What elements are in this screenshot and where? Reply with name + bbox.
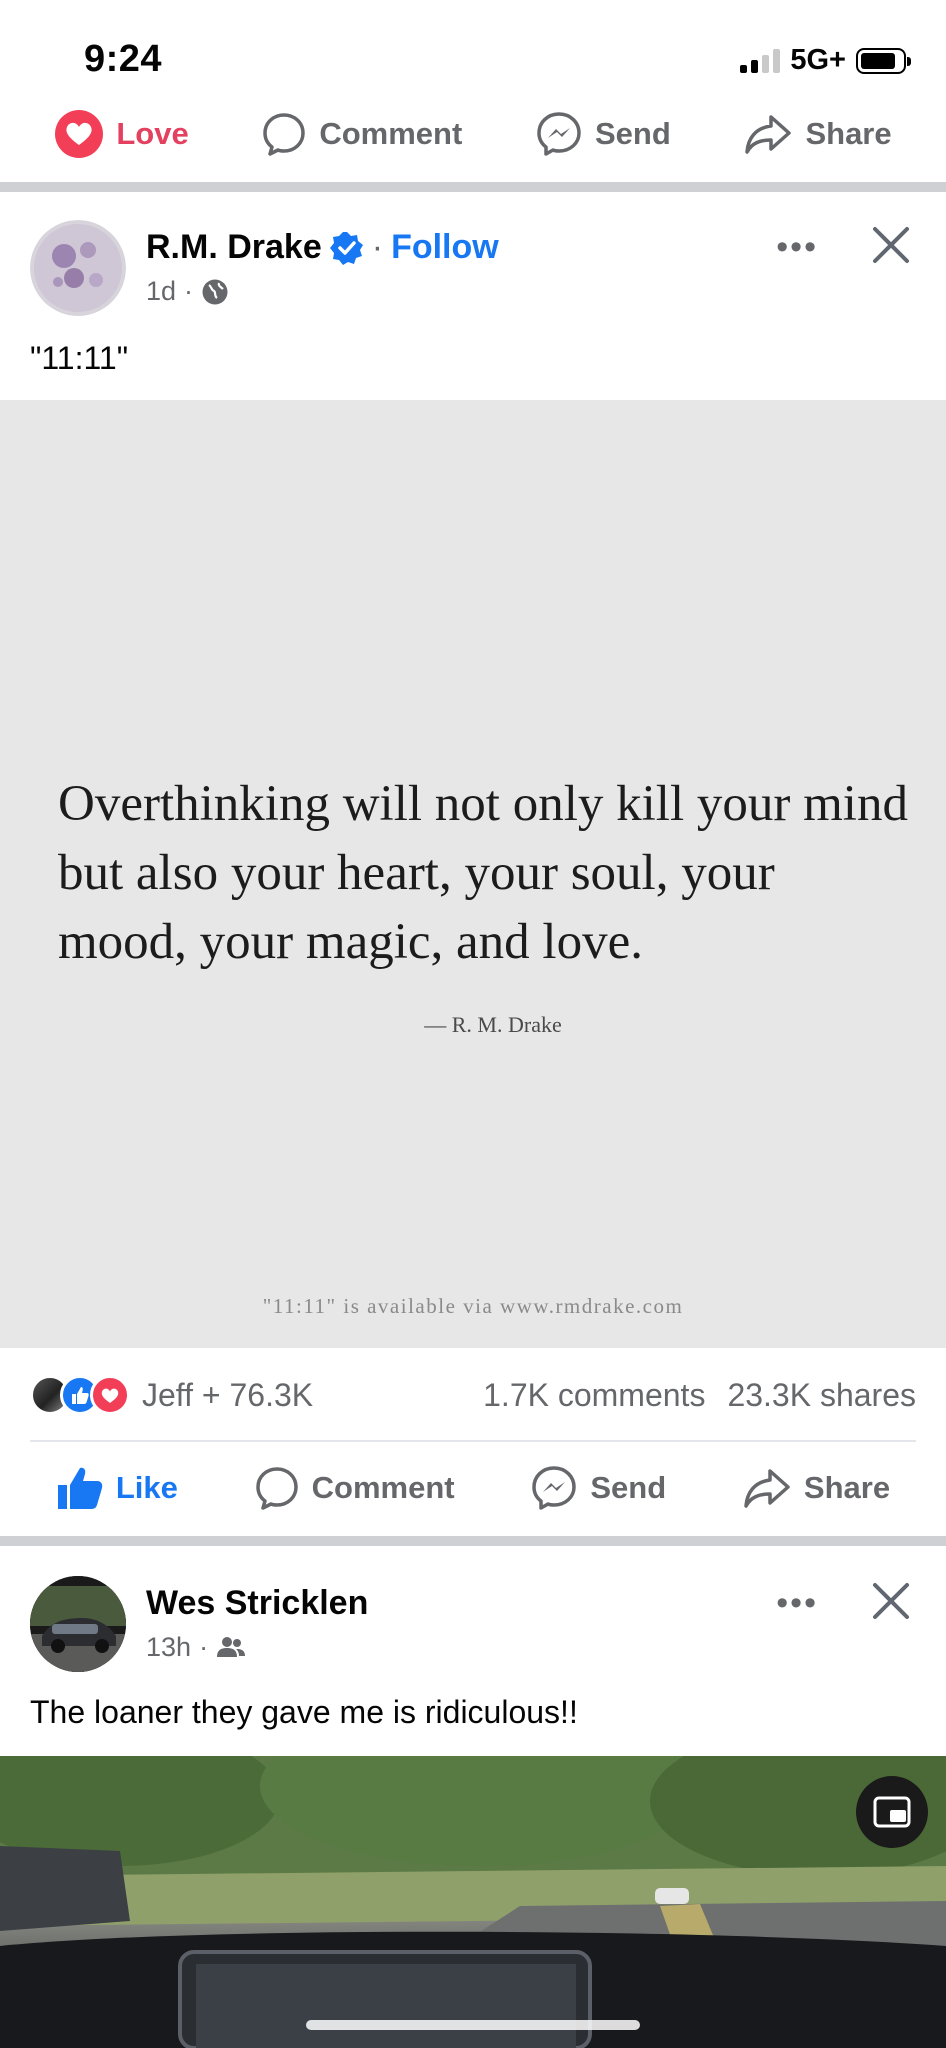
close-icon[interactable] <box>870 224 912 271</box>
share-button[interactable]: Share <box>743 111 892 157</box>
share-label: Share <box>805 116 892 151</box>
status-indicators: 5G+ <box>740 44 911 77</box>
close-icon[interactable] <box>870 1580 912 1627</box>
previous-post-actions: Love Comment Send Share <box>0 104 946 164</box>
send-label: Send <box>594 116 671 151</box>
share-button[interactable]: Share <box>742 1465 890 1511</box>
network-label: 5G+ <box>790 44 846 76</box>
avatar-moon-image <box>30 220 126 316</box>
share-label: Share <box>803 1470 891 1505</box>
reaction-summary[interactable]: Jeff + 76.3K <box>142 1377 313 1414</box>
post-meta: 13h · <box>146 1632 246 1663</box>
quote-text: Overthinking will not only kill your min… <box>58 776 908 970</box>
send-icon <box>532 1466 577 1510</box>
post-time[interactable]: 1d <box>146 276 176 307</box>
post-caption: "11:11" <box>30 340 129 376</box>
separator-dot: · <box>184 276 194 306</box>
verified-badge-icon <box>329 231 363 265</box>
share-icon <box>745 115 792 154</box>
friends-icon <box>217 1636 246 1657</box>
author-line: R.M. Drake · Follow <box>146 228 499 267</box>
reactions-bar: Jeff + 76.3K 1.7K comments 23.3K shares <box>0 1362 946 1428</box>
author-line: Wes Stricklen <box>146 1584 368 1623</box>
send-button[interactable]: Send <box>530 1464 666 1512</box>
separator-dot: · <box>371 228 384 266</box>
post-time[interactable]: 13h <box>146 1632 191 1663</box>
comment-icon <box>263 113 306 156</box>
status-time: 9:24 <box>84 38 163 80</box>
video-frame <box>0 1756 946 2048</box>
signal-icon <box>740 48 781 73</box>
post-image[interactable]: Overthinking will not only kill your min… <box>0 400 946 1348</box>
send-label: Send <box>590 1470 667 1505</box>
battery-icon <box>856 47 911 74</box>
post-header: Wes Stricklen 13h · ••• <box>0 1574 946 1684</box>
comment-button[interactable]: Comment <box>254 1465 455 1511</box>
follow-button[interactable]: Follow <box>391 228 499 267</box>
author-name[interactable]: R.M. Drake <box>146 228 322 267</box>
love-label: Love <box>116 116 189 151</box>
love-icon <box>55 110 104 158</box>
home-indicator[interactable] <box>306 2020 640 2030</box>
globe-icon <box>202 279 228 304</box>
comment-icon <box>255 1467 298 1510</box>
post-header: R.M. Drake · Follow 1d · ••• <box>0 218 946 328</box>
reaction-icons[interactable] <box>30 1375 130 1415</box>
quote-attribution: — R. M. Drake <box>424 1012 562 1037</box>
more-icon[interactable]: ••• <box>776 1584 818 1623</box>
author-name[interactable]: Wes Stricklen <box>146 1584 368 1623</box>
like-button[interactable]: Like <box>56 1465 178 1511</box>
more-icon[interactable]: ••• <box>776 228 818 267</box>
send-icon <box>537 112 581 156</box>
engagement-counts: 1.7K comments 23.3K shares <box>483 1377 916 1414</box>
feed-separator <box>0 1536 946 1546</box>
send-button[interactable]: Send <box>535 110 671 158</box>
like-icon <box>57 1467 103 1509</box>
comment-button[interactable]: Comment <box>261 111 462 157</box>
pip-icon[interactable] <box>856 1776 928 1848</box>
post-actions: Like Comment Send Share <box>0 1458 946 1518</box>
love-button[interactable]: Love <box>54 109 189 159</box>
like-label: Like <box>115 1470 178 1505</box>
post-video[interactable] <box>0 1756 946 2048</box>
shares-count[interactable]: 23.3K shares <box>727 1377 916 1414</box>
comments-count[interactable]: 1.7K comments <box>483 1377 705 1414</box>
avatar[interactable] <box>30 1576 126 1672</box>
status-bar: 9:24 5G+ <box>0 0 946 112</box>
divider <box>30 1440 916 1442</box>
post-caption: The loaner they gave me is ridiculous!! <box>30 1694 578 1730</box>
love-reaction-icon <box>90 1375 130 1415</box>
feed-separator <box>0 182 946 192</box>
share-icon <box>744 1469 790 1508</box>
avatar-car-image <box>30 1576 126 1672</box>
comment-label: Comment <box>311 1470 455 1505</box>
comment-label: Comment <box>319 116 463 151</box>
quote-footer: "11:11" is available via www.rmdrake.com <box>262 1294 684 1318</box>
post-meta: 1d · <box>146 276 229 307</box>
avatar[interactable] <box>30 220 126 316</box>
separator-dot: · <box>199 1632 209 1662</box>
